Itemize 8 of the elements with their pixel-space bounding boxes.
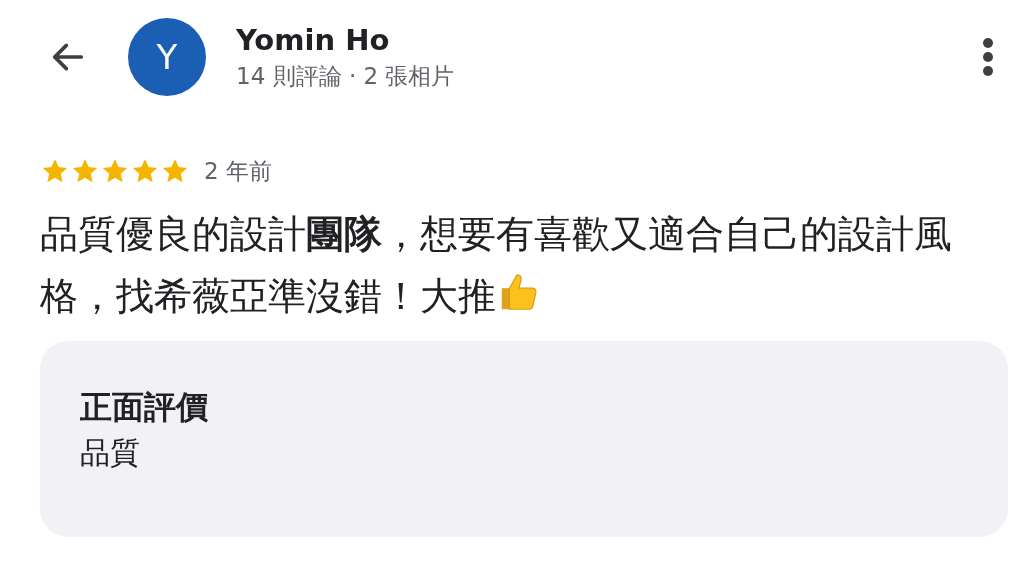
more-icon[interactable] [982, 37, 994, 77]
review-text: 品質優良的設計團隊，想要有喜歡又適合自己的設計風格，找希薇亞準沒錯！大推 [40, 210, 953, 320]
reviewer-name: Yomin Ho [236, 22, 391, 59]
highlights-title: 正面評價 [80, 386, 209, 427]
highlights-value: 品質 [80, 433, 141, 472]
avatar: Y [128, 18, 206, 96]
reviewer-stats: 14 則評論 · 2 張相片 [236, 62, 456, 91]
review-time: 2 年前 [204, 157, 272, 186]
